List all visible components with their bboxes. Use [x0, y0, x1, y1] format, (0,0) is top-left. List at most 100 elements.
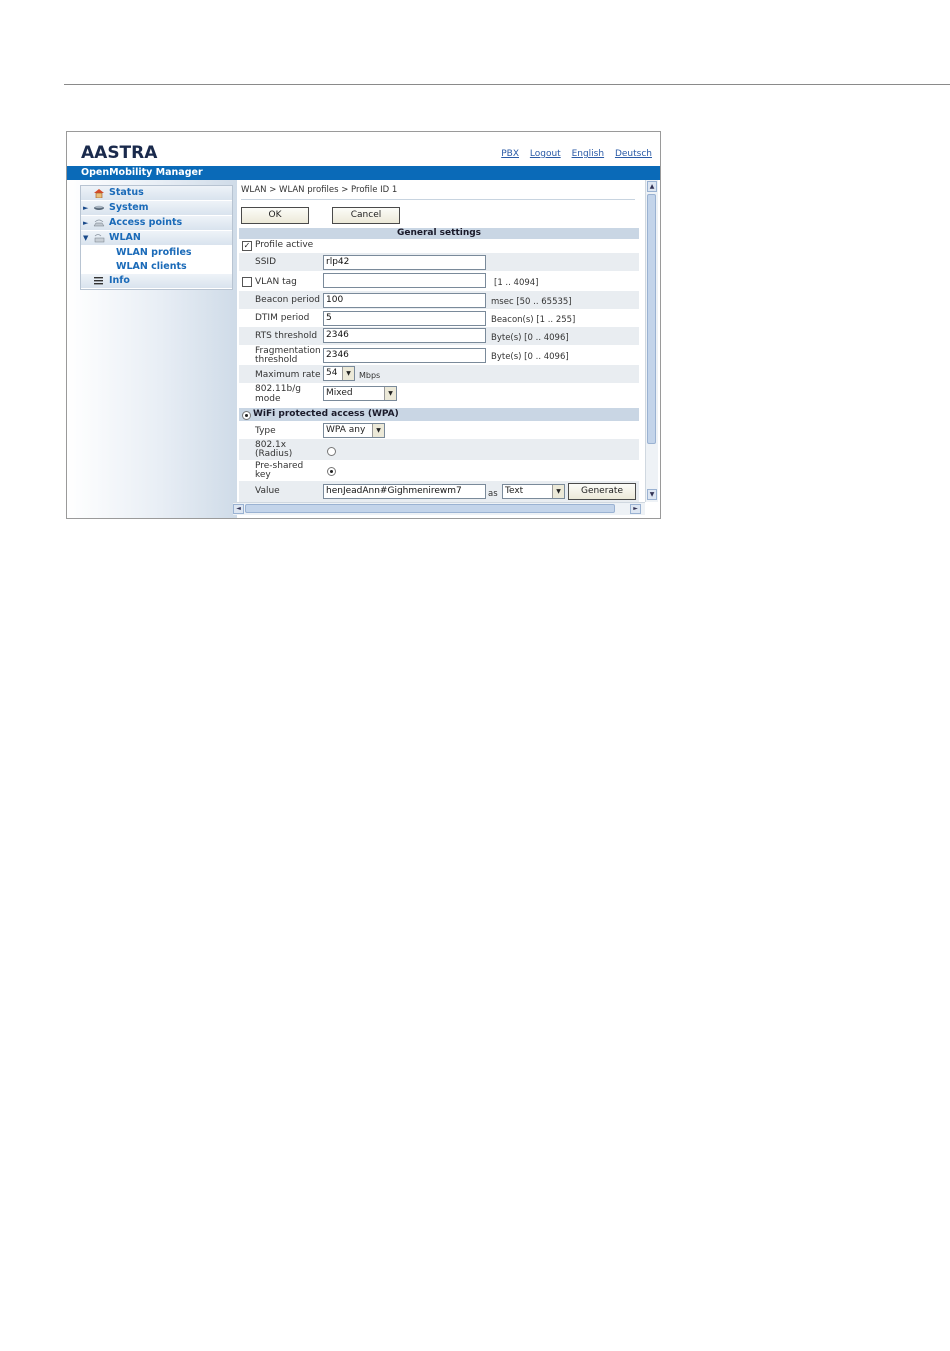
mode-80211-row: 802.11b/g mode Mixed ▼ [239, 383, 639, 404]
system-icon [94, 205, 104, 210]
psk-as-label: as [488, 489, 498, 499]
dtim-period-input[interactable]: 5 [323, 311, 486, 326]
maximum-rate-select[interactable]: 54 ▼ [323, 366, 355, 381]
logout-link[interactable]: Logout [530, 149, 561, 159]
vertical-scroll-thumb[interactable] [647, 194, 656, 444]
wpa-section-header: WiFi protected access (WPA) [239, 408, 639, 421]
ssid-input[interactable]: rlp42 [323, 255, 486, 270]
chevron-right-icon[interactable]: ► [83, 201, 88, 215]
dropdown-arrow-icon[interactable]: ▼ [384, 387, 396, 400]
profile-active-label: Profile active [255, 240, 314, 250]
maximum-rate-unit: Mbps [359, 371, 381, 380]
english-link[interactable]: English [572, 149, 605, 159]
dtim-period-label: DTIM period [255, 313, 310, 323]
breadcrumb: WLAN > WLAN profiles > Profile ID 1 [241, 185, 398, 195]
rts-threshold-label: RTS threshold [255, 331, 318, 341]
vertical-scrollbar[interactable]: ▲ ▼ [645, 180, 658, 502]
psk-value-input[interactable]: henJeadAnn#Gighmenirewm7 [323, 484, 486, 499]
radius-radio[interactable] [327, 447, 336, 456]
horizontal-scrollbar[interactable]: ◄ ► [233, 502, 645, 515]
mode-80211-label-line1: 802.11b/g [255, 384, 301, 394]
nav-item-info[interactable]: Info [81, 274, 232, 289]
header-links: PBX Logout English Deutsch [493, 149, 652, 159]
home-icon [94, 189, 104, 198]
dtim-period-row: DTIM period 5 Beacon(s) [1 .. 255] [239, 309, 639, 327]
general-settings-header: General settings [239, 228, 639, 239]
dropdown-arrow-icon[interactable]: ▼ [372, 424, 384, 437]
aastra-logo: AASTRA [81, 143, 158, 163]
nav-label-system: System [109, 202, 149, 213]
rts-threshold-hint: Byte(s) [0 .. 4096] [491, 333, 569, 343]
type-row: Type WPA any ▼ [239, 421, 639, 439]
type-select[interactable]: WPA any ▼ [323, 423, 385, 438]
dropdown-arrow-icon[interactable]: ▼ [552, 485, 564, 498]
chevron-right-icon[interactable]: ► [83, 216, 88, 230]
nav-menu: Status ► System ► Access points ▼ WLAN W… [80, 185, 233, 290]
ssid-row: SSID rlp42 [239, 253, 639, 271]
beacon-period-input[interactable]: 100 [323, 293, 486, 308]
breadcrumb-divider [241, 199, 635, 200]
scroll-left-icon[interactable]: ◄ [233, 504, 244, 514]
psk-radio[interactable] [327, 467, 336, 476]
nav-label-info: Info [109, 275, 130, 286]
vlan-tag-input[interactable] [323, 273, 486, 288]
beacon-period-hint: msec [50 .. 65535] [491, 297, 572, 307]
nav-item-wlan[interactable]: ▼ WLAN [81, 231, 232, 246]
ssid-label: SSID [255, 257, 277, 267]
screenshot-frame: AASTRA PBX Logout English Deutsch OpenMo… [66, 131, 661, 519]
dtim-period-hint: Beacon(s) [1 .. 255] [491, 315, 576, 325]
vlan-tag-checkbox[interactable] [242, 277, 252, 287]
psk-label-line2: key [255, 470, 271, 480]
ok-button[interactable]: OK [241, 207, 309, 224]
nav-item-system[interactable]: ► System [81, 201, 232, 216]
scroll-down-icon[interactable]: ▼ [647, 489, 657, 500]
info-list-icon [94, 277, 103, 285]
nav-subitem-wlan-profiles[interactable]: WLAN profiles [81, 246, 232, 260]
page-divider [64, 84, 950, 85]
horizontal-scroll-thumb[interactable] [245, 504, 615, 513]
wlan-icon [94, 234, 105, 243]
pbx-link[interactable]: PBX [501, 149, 519, 159]
beacon-period-label: Beacon period [255, 295, 320, 305]
vlan-tag-label: VLAN tag [255, 277, 297, 287]
psk-row: Pre-shared key [239, 460, 639, 481]
maximum-rate-label: Maximum rate [255, 370, 321, 380]
rts-threshold-input[interactable]: 2346 [323, 328, 486, 343]
scroll-up-icon[interactable]: ▲ [647, 181, 657, 192]
vlan-tag-hint: [1 .. 4094] [494, 278, 539, 288]
app-title-bar: OpenMobility Manager [67, 166, 660, 180]
psk-format-value: Text [505, 486, 524, 496]
mode-80211-select[interactable]: Mixed ▼ [323, 386, 397, 401]
wpa-label: WiFi protected access (WPA) [253, 409, 399, 419]
nav-item-access-points[interactable]: ► Access points [81, 216, 232, 231]
psk-format-select[interactable]: Text ▼ [502, 484, 565, 499]
psk-value-row: Value henJeadAnn#Gighmenirewm7 as Text ▼… [239, 481, 639, 502]
main-content: WLAN > WLAN profiles > Profile ID 1 OK C… [237, 180, 645, 502]
fragmentation-threshold-label-line2: threshold [255, 355, 298, 365]
cancel-button[interactable]: Cancel [332, 207, 400, 224]
generate-button[interactable]: Generate [568, 483, 636, 500]
radius-label-line2: (Radius) [255, 449, 293, 459]
scroll-right-icon[interactable]: ► [630, 504, 641, 514]
fragmentation-threshold-input[interactable]: 2346 [323, 348, 486, 363]
header: AASTRA PBX Logout English Deutsch [67, 132, 660, 166]
deutsch-link[interactable]: Deutsch [615, 149, 652, 159]
fragmentation-threshold-row: Fragmentation threshold 2346 Byte(s) [0 … [239, 345, 639, 365]
chevron-down-icon[interactable]: ▼ [83, 231, 88, 245]
nav-subitem-wlan-clients[interactable]: WLAN clients [81, 260, 232, 274]
maximum-rate-row: Maximum rate 54 ▼ Mbps [239, 365, 639, 383]
dropdown-arrow-icon[interactable]: ▼ [342, 367, 354, 380]
radius-row: 802.1x (Radius) [239, 439, 639, 460]
nav-label-status: Status [109, 187, 144, 198]
sidebar: Status ► System ► Access points ▼ WLAN W… [67, 180, 237, 518]
profile-active-checkbox[interactable]: ✓ [242, 241, 252, 251]
nav-item-status[interactable]: Status [81, 186, 232, 201]
fragmentation-threshold-hint: Byte(s) [0 .. 4096] [491, 352, 569, 362]
vlan-tag-row: VLAN tag [1 .. 4094] [239, 272, 639, 291]
psk-value-label: Value [255, 486, 280, 496]
nav-label-access-points: Access points [109, 217, 183, 228]
type-label: Type [255, 426, 276, 436]
nav-label-wlan: WLAN [109, 232, 141, 243]
wpa-radio[interactable] [242, 411, 251, 420]
profile-active-row: ✓ Profile active [239, 239, 639, 252]
